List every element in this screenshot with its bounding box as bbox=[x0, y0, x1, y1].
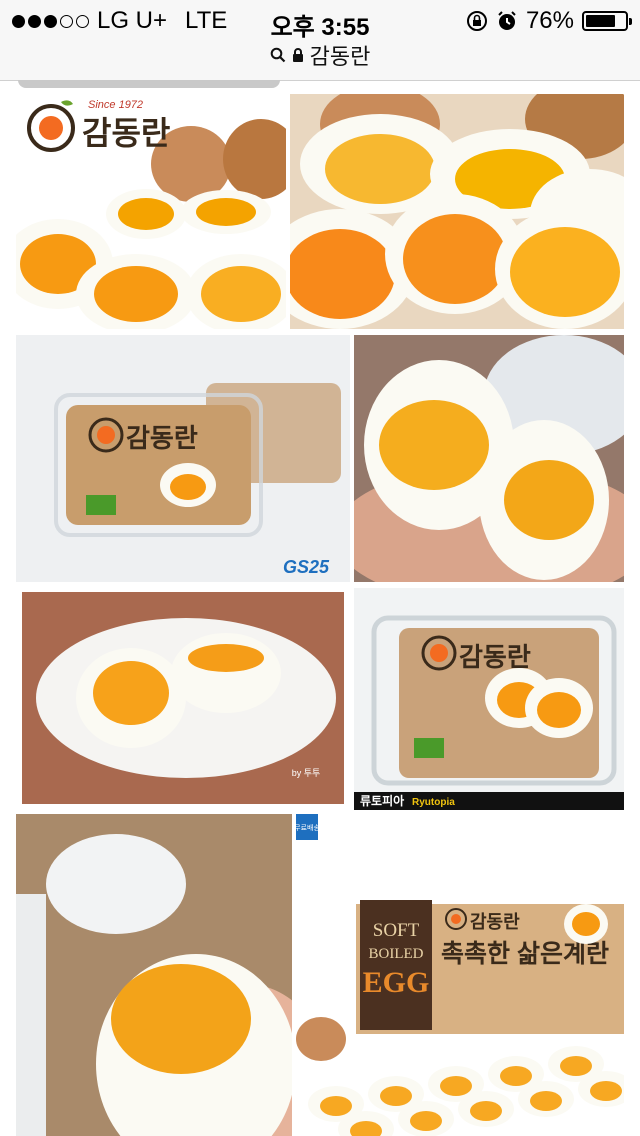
image-result-6[interactable]: 감동란 류토피아 Ryutopia bbox=[354, 588, 624, 810]
package-brand-text: 감동란 bbox=[126, 424, 198, 454]
battery-percent: 76% bbox=[525, 7, 574, 34]
image-result-5[interactable]: by 투투 bbox=[16, 588, 350, 808]
status-bar: LG U+ LTE 오후 3:55 76% bbox=[0, 0, 640, 41]
brand-logo-text: 감동란 bbox=[82, 114, 170, 152]
browser-top-bar: LG U+ LTE 오후 3:55 76% 감동란 bbox=[0, 0, 640, 81]
address-bar[interactable]: 감동란 bbox=[0, 40, 640, 70]
address-query: 감동란 bbox=[309, 44, 371, 69]
caption-english: Ryutopia bbox=[412, 797, 455, 808]
battery-icon bbox=[582, 11, 632, 31]
free-shipping-badge: 무료배송 bbox=[296, 823, 320, 832]
image-result-3[interactable]: 감동란 GS25 bbox=[16, 335, 350, 582]
alarm-icon bbox=[498, 11, 516, 30]
box-line-2: BOILED bbox=[369, 946, 424, 962]
image-result-8[interactable]: 무료배송 SOFT BOILED EGG 감동란 촉촉한 삶은계란 bbox=[296, 814, 624, 1136]
box-line-1: SOFT bbox=[373, 920, 420, 941]
status-right: 76% bbox=[466, 7, 632, 35]
caption-korean: 류토피아 bbox=[360, 793, 404, 808]
image-result-7[interactable] bbox=[16, 814, 292, 1136]
product-brand-text: 감동란 bbox=[470, 912, 520, 933]
previous-image-edge bbox=[18, 80, 280, 88]
image-result-2[interactable] bbox=[290, 94, 624, 329]
box-line-3: EGG bbox=[363, 966, 430, 999]
search-icon bbox=[270, 47, 285, 63]
lock-icon bbox=[292, 48, 303, 62]
image-result-1[interactable]: Since 1972 감동란 bbox=[16, 94, 286, 329]
gs25-logo: GS25 bbox=[283, 557, 330, 577]
since-label: Since 1972 bbox=[88, 99, 143, 111]
egg-pattern bbox=[308, 1046, 624, 1136]
photo-watermark: by 투투 bbox=[292, 768, 321, 778]
product-tagline: 촉촉한 삶은계란 bbox=[441, 940, 609, 968]
orientation-lock-icon bbox=[466, 11, 487, 31]
image-result-4[interactable] bbox=[354, 335, 624, 582]
